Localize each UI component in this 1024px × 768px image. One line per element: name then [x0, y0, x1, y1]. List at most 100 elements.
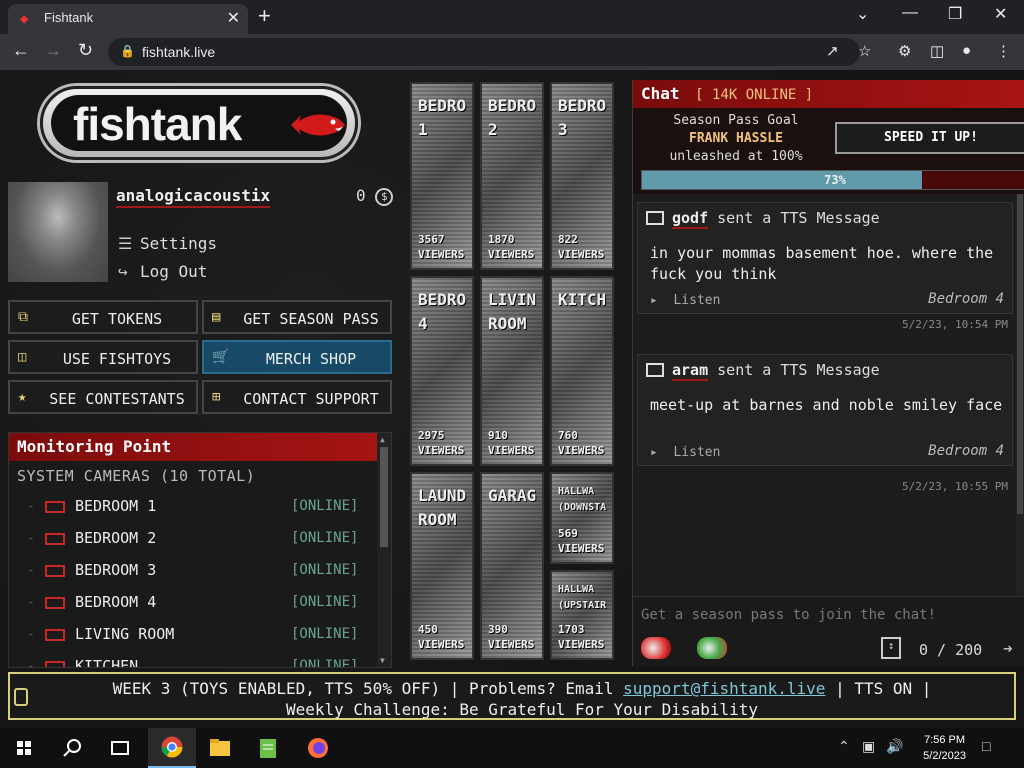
- camera-feed-bedroom-3[interactable]: BEDRO 3 822 VIEWERS: [550, 82, 614, 270]
- feed-viewers: 3567: [418, 233, 445, 246]
- logout-link[interactable]: ↪ Log Out: [118, 262, 207, 281]
- see-contestants-button[interactable]: ★ SEE CONTESTANTS: [8, 380, 198, 414]
- firefox-icon[interactable]: [294, 728, 342, 768]
- goal-progress-label: 73%: [824, 173, 846, 187]
- feed-viewers: 822: [558, 233, 578, 246]
- forward-icon[interactable]: →: [44, 40, 62, 61]
- camera-row[interactable]: - BEDROOM 4 [ONLINE]: [9, 587, 391, 619]
- settings-link[interactable]: ☰ Settings: [118, 234, 217, 253]
- use-fishtoys-button[interactable]: ◫ USE FISHTOYS: [8, 340, 198, 374]
- feed-label: BEDRO 1: [418, 96, 467, 139]
- message-user[interactable]: godf: [672, 209, 709, 229]
- camera-row[interactable]: - BEDROOM 1 [ONLINE]: [9, 491, 391, 523]
- extensions-icon[interactable]: ⚙: [898, 42, 911, 60]
- fish-icon: [291, 114, 345, 136]
- chat-scrollbar[interactable]: [1016, 194, 1024, 594]
- search-icon[interactable]: [48, 728, 96, 768]
- camera-feed-bedroom-2[interactable]: BEDRO 2 1870 VIEWERS: [480, 82, 544, 270]
- feed-viewers: 1870: [488, 233, 515, 246]
- listen-button[interactable]: ▸ Listen: [650, 445, 720, 460]
- camera-feed-garage[interactable]: GARAG 390 VIEWERS: [480, 472, 544, 660]
- message-user[interactable]: aram: [672, 361, 709, 381]
- minimize-icon[interactable]: —: [902, 4, 918, 22]
- camera-row[interactable]: - LIVING ROOM [ONLINE]: [9, 619, 391, 651]
- bookmark-star-icon[interactable]: ☆: [858, 42, 871, 60]
- window-close-icon[interactable]: ✕: [994, 4, 1007, 24]
- support-email-link[interactable]: support@fishtank.live: [623, 679, 825, 698]
- share-icon[interactable]: ↗: [826, 42, 839, 60]
- get-season-pass-button[interactable]: ▤ GET SEASON PASS: [202, 300, 392, 334]
- profile-icon[interactable]: ●: [962, 42, 971, 59]
- chevron-up-icon[interactable]: ⌃: [838, 738, 850, 755]
- send-icon[interactable]: ➜: [1003, 639, 1013, 658]
- browser-tab[interactable]: ◆ Fishtank ✕: [8, 4, 248, 34]
- scroll-up-icon[interactable]: ▲: [380, 435, 385, 444]
- clock-date: 5/2/2023: [923, 750, 966, 762]
- chat-input[interactable]: [641, 603, 1011, 627]
- camera-row[interactable]: - BEDROOM 2 [ONLINE]: [9, 523, 391, 555]
- feed-viewers: 1703: [558, 623, 585, 636]
- message-room: Bedroom 4: [928, 443, 1004, 459]
- camera-status: [ONLINE]: [291, 626, 359, 642]
- windows-start-icon[interactable]: [0, 728, 48, 768]
- resize-icon[interactable]: ↕: [881, 637, 901, 659]
- camera-feed-kitchen[interactable]: KITCH 760 VIEWERS: [550, 276, 614, 466]
- camera-row[interactable]: - BEDROOM 3 [ONLINE]: [9, 555, 391, 587]
- message-body: meet-up at barnes and noble smiley face: [650, 396, 1003, 414]
- clock-time: 7:56 PM: [924, 734, 966, 746]
- username[interactable]: analogicacoustix: [116, 186, 271, 208]
- chrome-icon[interactable]: [148, 728, 196, 768]
- camera-feed-laundry-room[interactable]: LAUND ROOM 450 VIEWERS: [410, 472, 474, 660]
- feed-viewers: 2975: [418, 429, 445, 442]
- notepad-icon[interactable]: [244, 728, 292, 768]
- settings-label: Settings: [140, 234, 218, 253]
- camera-feed-hallway-downstairs[interactable]: HALLWA (DOWNSTA 569 VIEWERS: [550, 472, 614, 564]
- camera-row[interactable]: - KITCHEN [ONLINE]: [9, 651, 391, 668]
- lock-icon[interactable]: 🔒: [120, 44, 135, 58]
- emote-red-icon[interactable]: [641, 637, 671, 659]
- merch-shop-button[interactable]: 🛒 MERCH SHOP: [202, 340, 392, 374]
- contact-support-button[interactable]: ⊞ CONTACT SUPPORT: [202, 380, 392, 414]
- restore-icon[interactable]: ❐: [948, 4, 962, 24]
- chat-message: godf sent a TTS Message in your mommas b…: [637, 202, 1013, 314]
- camera-status: [ONLINE]: [291, 658, 359, 668]
- feed-viewers: 760: [558, 429, 578, 442]
- address-bar[interactable]: 🔒 fishtank.live: [108, 38, 860, 66]
- camera-icon: [45, 629, 65, 641]
- goal-progress-bar: 73%: [641, 170, 1024, 190]
- get-tokens-button[interactable]: ⧉ GET TOKENS: [8, 300, 198, 334]
- camera-feed-hallway-upstairs[interactable]: HALLWA (UPSTAIR 1703 VIEWERS: [550, 570, 614, 660]
- file-explorer-icon[interactable]: [196, 728, 244, 768]
- listen-label: Listen: [673, 445, 721, 460]
- online-count: [ 14K ONLINE ]: [695, 87, 814, 103]
- back-icon[interactable]: ←: [12, 40, 30, 61]
- fishtank-logo[interactable]: fishtank: [40, 86, 358, 160]
- camera-feed-living-room[interactable]: LIVIN ROOM 910 VIEWERS: [480, 276, 544, 466]
- new-tab-icon[interactable]: +: [258, 3, 271, 29]
- notifications-icon[interactable]: □: [982, 738, 990, 754]
- feed-label: KITCH: [558, 290, 607, 309]
- scroll-down-icon[interactable]: ▼: [380, 656, 385, 665]
- chevron-down-icon[interactable]: ⌄: [856, 4, 869, 24]
- avatar[interactable]: [8, 182, 108, 282]
- speed-it-up-button[interactable]: SPEED IT UP!: [835, 122, 1024, 154]
- listen-button[interactable]: ▸ Listen: [650, 293, 720, 308]
- system-clock[interactable]: 7:56 PM 5/2/2023: [923, 732, 966, 764]
- chat-scroll-thumb[interactable]: [1017, 194, 1023, 514]
- close-tab-icon[interactable]: ✕: [227, 8, 240, 28]
- menu-kebab-icon[interactable]: ⋮: [996, 42, 1011, 60]
- feed-viewers-label: VIEWERS: [558, 444, 605, 457]
- camera-feed-bedroom-4[interactable]: BEDRO 4 2975 VIEWERS: [410, 276, 474, 466]
- network-icon[interactable]: ▣: [862, 738, 875, 755]
- scroll-thumb[interactable]: [380, 447, 388, 547]
- feed-viewers: 450: [418, 623, 438, 636]
- side-panel-icon[interactable]: ◫: [930, 42, 944, 60]
- monitoring-scrollbar[interactable]: ▲ ▼: [377, 433, 391, 667]
- url-text[interactable]: fishtank.live: [142, 44, 215, 60]
- volume-icon[interactable]: 🔊: [886, 738, 903, 755]
- camera-feed-bedroom-1[interactable]: BEDRO 1 3567 VIEWERS: [410, 82, 474, 270]
- logo-text: fishtank: [73, 98, 242, 150]
- emote-green-icon[interactable]: [697, 637, 727, 659]
- task-view-icon[interactable]: [96, 728, 144, 768]
- reload-icon[interactable]: ↻: [78, 40, 93, 61]
